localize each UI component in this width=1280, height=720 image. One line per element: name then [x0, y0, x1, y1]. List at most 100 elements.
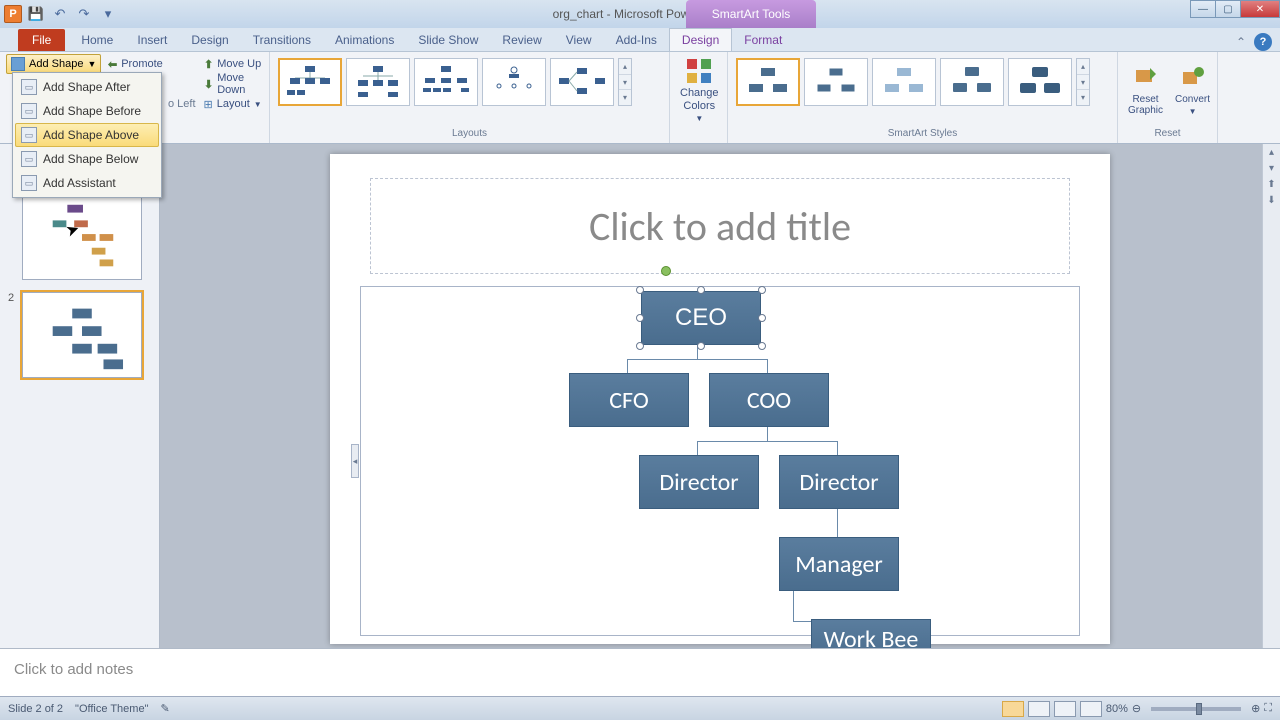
tab-file[interactable]: File [18, 29, 65, 51]
add-shape-label: Add Shape [29, 58, 83, 70]
selection-handle[interactable] [758, 314, 766, 322]
menu-add-shape-above[interactable]: ▭Add Shape Above [15, 123, 159, 147]
undo-icon[interactable]: ↶ [50, 4, 70, 24]
ribbon-minimize-icon[interactable]: ⌃ [1236, 35, 1246, 49]
save-icon[interactable]: 💾 [26, 4, 46, 24]
minimize-button[interactable]: — [1190, 0, 1216, 18]
qat-more-icon[interactable]: ▾ [98, 4, 118, 24]
selection-handle[interactable] [758, 342, 766, 350]
connector [697, 441, 698, 455]
change-colors-button[interactable]: Change Colors ▼ [676, 54, 723, 126]
tab-slideshow[interactable]: Slide Show [406, 29, 490, 51]
layout-option-1[interactable] [278, 58, 342, 106]
promote-button[interactable]: ⬅Promote [104, 54, 167, 74]
styles-group-label: SmartArt Styles [734, 128, 1111, 141]
style-option-5[interactable] [1008, 58, 1072, 106]
style-option-1[interactable] [736, 58, 800, 106]
scroll-up-icon[interactable]: ▴ [1263, 144, 1280, 160]
menu-add-shape-below[interactable]: ▭Add Shape Below [15, 147, 159, 171]
maximize-button[interactable]: ▢ [1215, 0, 1241, 18]
add-shape-icon [11, 57, 25, 71]
vertical-scrollbar[interactable]: ▴ ▾ ⬆ ⬇ [1262, 144, 1280, 648]
zoom-slider[interactable] [1151, 707, 1241, 711]
tab-insert[interactable]: Insert [125, 29, 179, 51]
smartart-frame[interactable]: ◂ CEO [360, 286, 1080, 636]
style-option-4[interactable] [940, 58, 1004, 106]
move-down-button[interactable]: ⬇Move Down [200, 74, 269, 94]
close-button[interactable]: ✕ [1240, 0, 1280, 18]
layout-option-4[interactable] [482, 58, 546, 106]
selection-handle[interactable] [758, 286, 766, 294]
menu-add-assistant[interactable]: ▭Add Assistant [15, 171, 159, 195]
layouts-scroll[interactable]: ▴▾▾ [618, 58, 632, 106]
app-icon[interactable]: P [4, 5, 22, 23]
layout-option-2[interactable] [346, 58, 410, 106]
layout-button[interactable]: o Left⊞ Layout ▼ [164, 94, 269, 114]
tab-addins[interactable]: Add-Ins [604, 29, 669, 51]
zoom-in-button[interactable]: ⊕ [1251, 702, 1260, 715]
slide-editor: Click to add title ◂ CEO [160, 144, 1280, 648]
normal-view-button[interactable] [1002, 701, 1024, 717]
rotation-handle-icon[interactable] [661, 266, 671, 276]
node-ceo[interactable]: CEO [641, 291, 761, 345]
tab-review[interactable]: Review [490, 29, 553, 51]
add-above-icon: ▭ [21, 127, 37, 143]
layout-option-3[interactable] [414, 58, 478, 106]
selection-handle[interactable] [636, 314, 644, 322]
prev-slide-icon[interactable]: ⬆ [1263, 176, 1280, 192]
zoom-level[interactable]: 80% [1106, 703, 1128, 715]
tab-design[interactable]: Design [179, 29, 240, 51]
node-director-1[interactable]: Director [639, 455, 759, 509]
selection-handle[interactable] [636, 286, 644, 294]
zoom-thumb[interactable] [1196, 703, 1202, 715]
menu-add-shape-before[interactable]: ▭Add Shape Before [15, 99, 159, 123]
add-below-icon: ▭ [21, 151, 37, 167]
connector [627, 359, 628, 373]
next-slide-icon[interactable]: ⬇ [1263, 192, 1280, 208]
styles-scroll[interactable]: ▴▾▾ [1076, 58, 1090, 106]
node-director-2[interactable]: Director [779, 455, 899, 509]
node-coo[interactable]: COO [709, 373, 829, 427]
connector [627, 359, 767, 360]
tab-smartart-design[interactable]: Design [669, 28, 732, 51]
reset-graphic-button[interactable]: Reset Graphic [1124, 54, 1167, 126]
title-placeholder[interactable]: Click to add title [370, 178, 1070, 274]
selection-handle[interactable] [636, 342, 644, 350]
notes-pane[interactable]: Click to add notes [0, 648, 1280, 696]
node-manager[interactable]: Manager [779, 537, 899, 591]
fit-window-button[interactable]: ⛶ [1264, 702, 1272, 715]
chevron-down-icon: ▼ [87, 59, 96, 69]
zoom-out-button[interactable]: ⊖ [1132, 702, 1141, 715]
selection-handle[interactable] [697, 342, 705, 350]
thumbnail-2[interactable]: 2 [0, 286, 159, 384]
node-cfo[interactable]: CFO [569, 373, 689, 427]
move-up-button[interactable]: ⬆Move Up [200, 54, 269, 74]
node-worker[interactable]: Work Bee [811, 619, 931, 648]
layout-option-5[interactable] [550, 58, 614, 106]
window-controls: — ▢ ✕ [1191, 0, 1280, 18]
tab-smartart-format[interactable]: Format [732, 29, 794, 51]
text-pane-toggle[interactable]: ◂ [351, 444, 359, 478]
style-option-3[interactable] [872, 58, 936, 106]
tab-home[interactable]: Home [69, 29, 125, 51]
style-option-2[interactable] [804, 58, 868, 106]
chevron-down-icon: ▼ [1189, 107, 1197, 116]
connector [793, 621, 813, 622]
menu-add-shape-after[interactable]: ▭Add Shape After [15, 75, 159, 99]
scroll-down-icon[interactable]: ▾ [1263, 160, 1280, 176]
add-assistant-icon: ▭ [21, 175, 37, 191]
redo-icon[interactable]: ↷ [74, 4, 94, 24]
sorter-view-button[interactable] [1028, 701, 1050, 717]
spellcheck-icon[interactable]: ✎ [160, 702, 169, 715]
selection-handle[interactable] [697, 286, 705, 294]
slideshow-view-button[interactable] [1080, 701, 1102, 717]
reading-view-button[interactable] [1054, 701, 1076, 717]
workspace: 2 Click to add title ◂ [0, 144, 1280, 648]
slide-canvas[interactable]: Click to add title ◂ CEO [330, 154, 1110, 644]
convert-button[interactable]: Convert ▼ [1171, 54, 1214, 126]
add-shape-button[interactable]: Add Shape ▼ [6, 54, 101, 74]
tab-animations[interactable]: Animations [323, 29, 406, 51]
tab-transitions[interactable]: Transitions [241, 29, 323, 51]
tab-view[interactable]: View [554, 29, 604, 51]
help-icon[interactable]: ? [1254, 33, 1272, 51]
